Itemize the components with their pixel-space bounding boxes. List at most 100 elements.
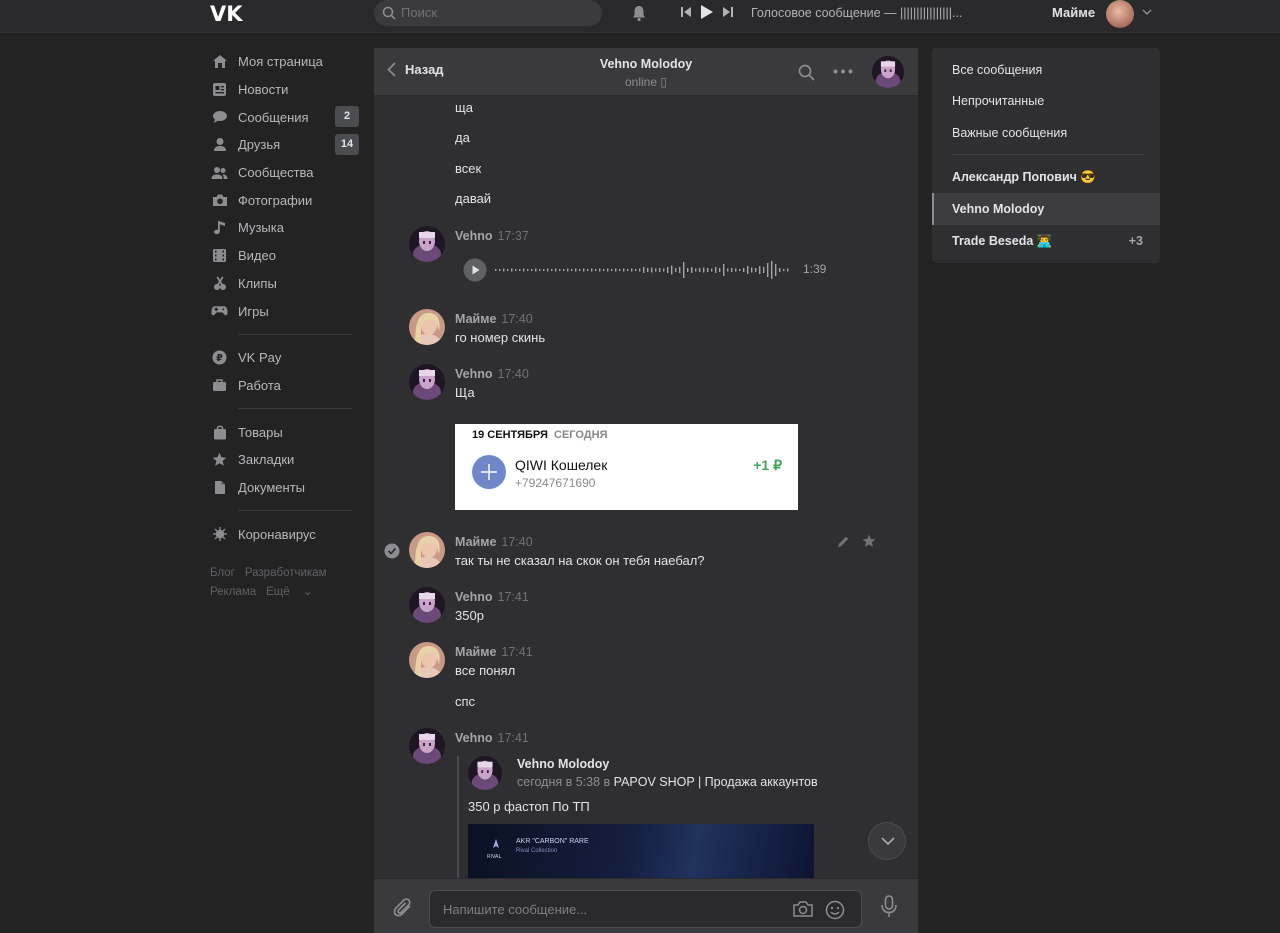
games-icon [211, 303, 228, 320]
footer-link-more[interactable]: Ещё ⌄ [266, 586, 312, 598]
video-icon [211, 247, 228, 264]
nav-divider [238, 333, 352, 335]
previous-track-icon[interactable] [680, 6, 692, 18]
camera-icon [211, 192, 228, 209]
message-author[interactable]: Vehno 17:40 [455, 367, 529, 381]
repost-image[interactable]: RIVAL AKR "CARBON" RARE Rival Collection [468, 824, 814, 878]
message-text: 350р [455, 608, 484, 623]
message-input[interactable]: Напишите сообщение... [429, 890, 862, 928]
nav-item-news[interactable]: Новости [210, 76, 360, 104]
footer-link-ads[interactable]: Реклама [210, 586, 256, 598]
message-text: Ща [455, 385, 475, 400]
edit-pencil-icon[interactable] [836, 535, 850, 549]
vk-logo-icon[interactable]: VK [210, 2, 244, 24]
avatar[interactable] [409, 642, 445, 678]
footer-link-developers[interactable]: Разработчикам [245, 567, 327, 579]
chevron-down-icon [881, 837, 895, 846]
more-options-icon[interactable] [833, 69, 853, 74]
message-input-placeholder: Напишите сообщение... [443, 902, 588, 917]
dialog-item[interactable]: Александр Попович 😎 [952, 170, 1096, 185]
virus-icon [211, 526, 228, 543]
message-author[interactable]: Майме 17:40 [455, 312, 533, 326]
nav-item-my-page[interactable]: Моя страница [210, 48, 360, 76]
nav-item-coronavirus[interactable]: Коронавирус [210, 520, 360, 548]
footer-link-blog[interactable]: Блог [210, 567, 235, 579]
mobile-icon: ▯ [660, 75, 667, 89]
next-track-icon[interactable] [722, 6, 734, 18]
message-time: 17:40 [497, 367, 529, 381]
message-time: 17:40 [501, 312, 533, 326]
emoji-smile-icon[interactable] [825, 900, 845, 920]
current-user-name[interactable]: Майме [1052, 5, 1095, 20]
svg-text:RIVAL: RIVAL [487, 854, 501, 860]
message-author[interactable]: Майме 17:40 [455, 535, 533, 549]
nav-item-video[interactable]: Видео [210, 242, 360, 270]
payment-today-label: СЕГОДНЯ [554, 429, 608, 441]
filter-unread[interactable]: Непрочитанные [952, 94, 1044, 108]
nav-item-music[interactable]: Музыка [210, 214, 360, 242]
avatar[interactable] [409, 532, 445, 568]
camera-icon[interactable] [792, 900, 814, 918]
qiwi-payment-screenshot[interactable]: 19 СЕНТЯБРЯ СЕГОДНЯ QIWI Кошелек +792476… [455, 424, 798, 510]
check-icon[interactable] [384, 543, 400, 559]
avatar[interactable] [409, 226, 445, 262]
nav-item-friends[interactable]: Друзья 14 [210, 131, 360, 159]
chat-search-icon[interactable] [798, 64, 815, 81]
chat-header: Назад Vehno Molodoy online ▯ [374, 48, 918, 96]
search-icon [382, 6, 396, 20]
message-author[interactable]: Vehno 17:37 [455, 229, 529, 243]
message-time: 17:41 [501, 645, 533, 659]
avatar[interactable] [409, 364, 445, 400]
nav-item-goods[interactable]: Товары [210, 418, 360, 446]
attach-paperclip-icon[interactable] [392, 897, 414, 919]
star-icon[interactable] [862, 534, 876, 548]
voice-waveform[interactable] [495, 260, 795, 280]
dialog-item[interactable]: Vehno Molodoy [952, 202, 1044, 216]
repost-author-avatar[interactable] [468, 756, 502, 790]
message-composer: Напишите сообщение... [374, 878, 918, 933]
peer-avatar[interactable] [872, 56, 904, 88]
nav-item-communities[interactable]: Сообщества [210, 159, 360, 187]
chevron-down-icon[interactable] [1142, 9, 1152, 16]
repost-group-link[interactable]: PAPOV SHOP | Продажа аккаунтов [614, 775, 818, 789]
message-text: да [455, 130, 470, 145]
voice-duration: 1:39 [803, 262, 827, 276]
scroll-to-bottom-button[interactable] [868, 822, 906, 860]
message-text: так ты не сказал на скок он тебя наебал? [455, 553, 705, 568]
message-history[interactable]: ща да всек давай Vehno 17:37 1:39 Майме … [374, 96, 918, 878]
nav-item-bookmarks[interactable]: Закладки [210, 446, 360, 474]
plus-icon [472, 455, 506, 489]
now-playing-title[interactable]: Голосовое сообщение — ||||||||||||||||..… [751, 6, 962, 20]
avatar[interactable] [409, 587, 445, 623]
nav-item-vk-pay[interactable]: ₽ VK Pay [210, 344, 360, 372]
message-text: спс [455, 694, 476, 709]
avatar[interactable] [409, 728, 445, 764]
repost-author-name[interactable]: Vehno Molodoy [517, 757, 609, 771]
rival-logo-icon: RIVAL [487, 839, 501, 860]
message-author[interactable]: Майме 17:41 [455, 645, 533, 659]
message-author[interactable]: Vehno 17:41 [455, 731, 529, 745]
filter-all-messages[interactable]: Все сообщения [952, 63, 1042, 77]
music-icon [211, 219, 228, 236]
home-icon [211, 53, 228, 70]
message-author[interactable]: Vehno 17:41 [455, 590, 529, 604]
play-voice-icon[interactable] [463, 258, 487, 282]
forwarded-post[interactable]: Vehno Molodoy сегодня в 5:38 в PAPOV SHO… [457, 756, 818, 878]
play-icon[interactable] [700, 4, 714, 20]
avatar[interactable] [409, 309, 445, 345]
microphone-icon[interactable] [880, 895, 898, 919]
message-text: го номер скинь [455, 330, 546, 345]
nav-item-documents[interactable]: Документы [210, 474, 360, 502]
nav-item-clips[interactable]: Клипы [210, 270, 360, 298]
vkpay-icon: ₽ [211, 349, 228, 366]
nav-item-work[interactable]: Работа [210, 372, 360, 400]
dialog-item[interactable]: Trade Beseda 👨‍💻 [952, 234, 1052, 249]
filter-important[interactable]: Важные сообщения [952, 126, 1067, 140]
nav-item-photos[interactable]: Фотографии [210, 186, 360, 214]
nav-item-games[interactable]: Игры [210, 297, 360, 325]
nav-item-messages[interactable]: Сообщения 2 [210, 103, 360, 131]
search-input[interactable]: Поиск [374, 0, 602, 26]
left-navigation: Моя страница Новости Сообщения 2 Друзья … [210, 48, 360, 602]
notifications-bell-icon[interactable] [630, 4, 648, 22]
current-user-avatar[interactable] [1106, 0, 1134, 28]
